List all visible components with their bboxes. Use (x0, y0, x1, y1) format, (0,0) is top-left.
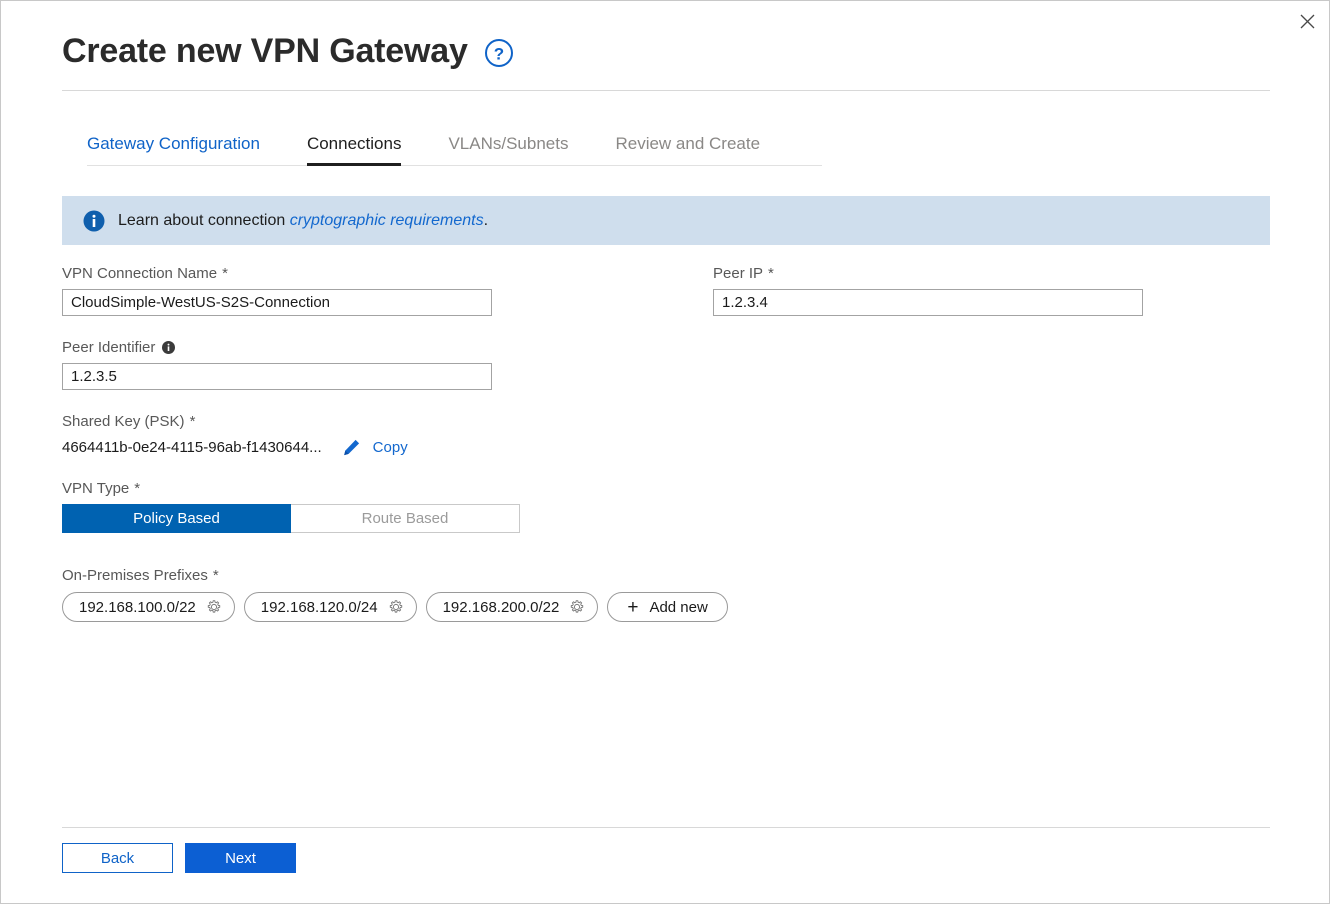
peer-identifier-input[interactable] (62, 363, 492, 390)
vpn-connection-name-input[interactable] (62, 289, 492, 316)
required-asterisk: * (768, 265, 774, 282)
required-asterisk: * (134, 480, 141, 497)
on-premises-prefixes-label-text: On-Premises Prefixes (62, 567, 208, 584)
prefix-chip[interactable]: 192.168.100.0/22 (62, 592, 235, 622)
info-banner: Learn about connection cryptographic req… (62, 196, 1270, 245)
header-divider (62, 90, 1270, 91)
tab-connections[interactable]: Connections (306, 134, 401, 166)
field-vpn-connection-name: VPN Connection Name * (62, 265, 492, 316)
field-shared-key: Shared Key (PSK) * 4664411b-0e24-4115-96… (62, 413, 408, 457)
vpn-connection-name-label-text: VPN Connection Name (62, 265, 218, 282)
wizard-tabs: Gateway Configuration Connections VLANs/… (87, 134, 822, 166)
required-asterisk: * (212, 567, 219, 584)
vpn-type-toggle-group: Policy Based Route Based (62, 504, 520, 533)
gear-icon[interactable] (570, 600, 584, 614)
next-button[interactable]: Next (185, 843, 296, 873)
create-vpn-gateway-dialog: Create new VPN Gateway ? Gateway Configu… (0, 0, 1330, 904)
vpn-type-label: VPN Type * (62, 480, 520, 497)
field-peer-identifier: Peer Identifier (62, 339, 492, 390)
shared-key-label: Shared Key (PSK) * (62, 413, 408, 430)
field-peer-ip: Peer IP * (713, 265, 1143, 316)
gear-icon[interactable] (207, 600, 221, 614)
info-dot-icon[interactable] (162, 341, 176, 354)
copy-shared-key-link[interactable]: Copy (373, 439, 408, 456)
help-circle-icon[interactable]: ? (484, 38, 514, 68)
field-vpn-type: VPN Type * Policy Based Route Based (62, 480, 520, 533)
svg-text:?: ? (493, 45, 503, 64)
prefix-chip-label: 192.168.120.0/24 (260, 598, 378, 616)
tab-gateway-configuration[interactable]: Gateway Configuration (87, 134, 260, 165)
info-circle-icon (83, 210, 105, 232)
tab-review-and-create[interactable]: Review and Create (615, 134, 760, 165)
prefix-chip[interactable]: 192.168.120.0/24 (243, 592, 417, 622)
tab-vlans-subnets[interactable]: VLANs/Subnets (448, 134, 568, 165)
info-banner-text: Learn about connection cryptographic req… (118, 212, 488, 230)
vpn-type-label-text: VPN Type (62, 480, 130, 497)
vpn-type-option-policy-based[interactable]: Policy Based (62, 504, 291, 533)
page-title: Create new VPN Gateway (62, 32, 468, 70)
dialog-header: Create new VPN Gateway ? (62, 31, 1270, 91)
vpn-type-option-route-based[interactable]: Route Based (291, 504, 520, 533)
info-banner-text-after: . (483, 211, 489, 229)
prefix-chip-list: 192.168.100.0/22 192.168.120.0/24 192.16… (62, 592, 728, 622)
field-on-premises-prefixes: On-Premises Prefixes * 192.168.100.0/22 … (62, 567, 728, 622)
required-asterisk: * (222, 265, 228, 282)
close-button[interactable] (1291, 5, 1323, 37)
dialog-footer: Back Next (62, 843, 296, 873)
add-new-prefix-label: Add new (649, 598, 708, 616)
pencil-icon[interactable] (342, 438, 361, 457)
plus-icon: + (627, 596, 639, 618)
peer-identifier-label-text: Peer Identifier (62, 339, 156, 356)
cryptographic-requirements-link[interactable]: cryptographic requirements (290, 212, 484, 229)
prefix-chip-label: 192.168.200.0/22 (442, 598, 560, 616)
gear-icon[interactable] (389, 600, 403, 614)
peer-ip-label: Peer IP * (713, 265, 1143, 282)
peer-identifier-label: Peer Identifier (62, 339, 492, 356)
prefix-chip-label: 192.168.100.0/22 (79, 598, 196, 616)
footer-divider (62, 827, 1270, 828)
vpn-connection-name-label: VPN Connection Name * (62, 265, 492, 282)
back-button[interactable]: Back (62, 843, 173, 873)
shared-key-label-text: Shared Key (PSK) (62, 413, 185, 430)
prefix-chip[interactable]: 192.168.200.0/22 (425, 592, 599, 622)
title-row: Create new VPN Gateway ? (62, 31, 1270, 71)
info-banner-text-before: Learn about connection (118, 211, 286, 229)
on-premises-prefixes-label: On-Premises Prefixes * (62, 567, 728, 584)
close-icon (1300, 14, 1315, 29)
required-asterisk: * (189, 413, 196, 430)
add-new-prefix-button[interactable]: + Add new (607, 592, 728, 622)
shared-key-row: 4664411b-0e24-4115-96ab-f1430644... Copy (62, 438, 408, 457)
peer-ip-label-text: Peer IP (713, 265, 764, 282)
shared-key-value: 4664411b-0e24-4115-96ab-f1430644... (62, 439, 322, 456)
peer-ip-input[interactable] (713, 289, 1143, 316)
